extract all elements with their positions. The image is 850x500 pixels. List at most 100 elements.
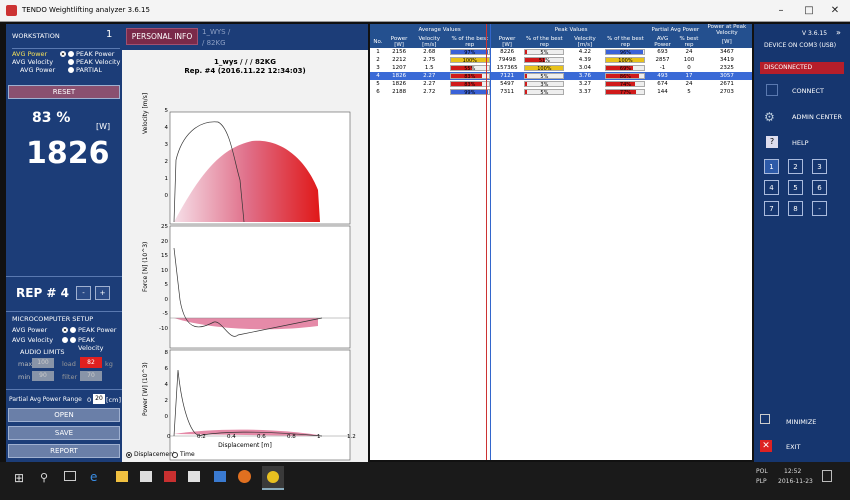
keypad-key[interactable]: -: [812, 201, 827, 216]
open-button[interactable]: OPEN: [8, 408, 120, 422]
force-tick: 25: [161, 224, 168, 230]
table-cell: 6: [376, 89, 380, 95]
reset-button[interactable]: RESET: [8, 85, 120, 99]
device-label: DEVICE ON COM3 (USB): [764, 42, 837, 49]
app-icon-blue[interactable]: [214, 471, 226, 482]
micro-avg-power-radio[interactable]: [62, 327, 68, 333]
mode-row: AVG Velocity PEAK Velocity: [10, 58, 122, 66]
table-row[interactable]: 4 1826 2.27 83% 7121 5% 3.76 86% 493 17 3057: [370, 72, 752, 80]
save-button[interactable]: SAVE: [8, 426, 120, 440]
velocity-tick: 2: [164, 159, 169, 165]
exit-button[interactable]: EXIT: [786, 443, 800, 451]
percent-fill: [525, 49, 528, 54]
table-row[interactable]: 5 1826 2.27 83% 5497 3% 3.27 74% 674 24 2671: [370, 80, 752, 88]
mode-peak-velocity-radio[interactable]: [68, 59, 74, 65]
personal-info-button[interactable]: PERSONAL INFO: [126, 28, 198, 45]
mode-partial-radio[interactable]: [68, 67, 74, 73]
column-marker-red: [486, 24, 487, 460]
edge-icon[interactable]: e: [90, 470, 97, 484]
power-tick: 8: [164, 350, 169, 356]
table-cell: 1207: [392, 65, 407, 71]
mode-peak-velocity-label: PEAK Velocity: [76, 58, 121, 66]
rep-plus-button[interactable]: +: [95, 286, 110, 300]
percent-text: 86%: [619, 73, 632, 80]
search-icon[interactable]: ⚲: [40, 471, 48, 484]
filter-input[interactable]: 70: [80, 371, 102, 381]
mode-avg-power-radio[interactable]: [60, 51, 66, 57]
keypad-key[interactable]: 2: [788, 159, 803, 174]
table-cell: 2188: [392, 89, 407, 95]
mode-peak-power-radio[interactable]: [68, 51, 74, 57]
minimize-window-icon[interactable]: –: [768, 3, 794, 18]
connect-button[interactable]: CONNECT: [792, 87, 824, 95]
notifications-icon[interactable]: [822, 470, 832, 482]
pdf-icon[interactable]: [164, 471, 176, 482]
gear-icon: ⚙: [764, 110, 775, 124]
keypad-key[interactable]: 6: [812, 180, 827, 195]
max-input[interactable]: 100: [32, 358, 54, 368]
y-label-velocity: Velocity [m/s]: [142, 92, 149, 134]
percent-bar: 100%: [605, 56, 646, 64]
min-input[interactable]: 90: [32, 371, 54, 381]
percent-cell: 86%: [602, 72, 649, 80]
table-cell: 3.76: [578, 73, 592, 79]
rep-minus-button[interactable]: -: [76, 286, 91, 300]
displacement-radio[interactable]: [126, 452, 132, 458]
percent-text: 100%: [618, 57, 633, 64]
micro-peak-power-radio[interactable]: [70, 327, 76, 333]
lang-label-2: PLP: [756, 478, 767, 485]
maximize-window-icon[interactable]: □: [796, 3, 822, 18]
percent-cell: 5%: [521, 48, 568, 56]
close-window-icon[interactable]: ✕: [822, 3, 848, 18]
task-view-icon[interactable]: [64, 471, 76, 481]
minimize-app-button[interactable]: MINIMIZE: [786, 418, 816, 426]
help-icon: ?: [766, 136, 778, 148]
percent-bar: 97%: [449, 48, 490, 56]
percent-bar: 86%: [605, 72, 646, 80]
mode-row: AVG Power PEAK Power: [10, 50, 122, 58]
partial-to-input[interactable]: 20: [93, 394, 105, 404]
start-icon[interactable]: ⊞: [14, 471, 24, 485]
keypad-key[interactable]: 7: [764, 201, 779, 216]
table-row[interactable]: 2 2212 2.75 100% 79498 51% 4.39 100% 2857 100 3419: [370, 56, 752, 64]
percent-bar: 51%: [524, 56, 565, 64]
help-button[interactable]: HELP: [792, 139, 809, 147]
keypad-key[interactable]: 1: [764, 159, 779, 174]
column-header: % of the best rep: [520, 36, 568, 48]
table-cell: 3419: [719, 57, 734, 63]
explorer-icon[interactable]: [116, 471, 128, 482]
table-row[interactable]: 1 2156 2.68 97% 8226 5% 4.22 96% 693 24 3467: [370, 48, 752, 56]
percent-cell: 100%: [521, 64, 568, 72]
store-icon[interactable]: [140, 471, 152, 482]
table-cell: 17: [685, 73, 693, 79]
micro-avg-velocity-radio[interactable]: [62, 337, 68, 343]
keypad-key[interactable]: 4: [764, 180, 779, 195]
table-row[interactable]: 6 2188 2.72 99% 7311 5% 3.37 77% 144 5 2703: [370, 88, 752, 96]
velocity-tick: 5: [164, 108, 169, 114]
report-button[interactable]: REPORT: [8, 444, 120, 458]
mode-avg-velocity-label: AVG Velocity: [12, 58, 54, 66]
force-tick: 15: [161, 253, 168, 259]
percent-text: 69%: [619, 65, 632, 72]
collapse-icon[interactable]: »: [836, 28, 841, 37]
table-row[interactable]: 3 1207 1.5 55% 157365 100% 3.04 69% -1 0 2325: [370, 64, 752, 72]
lang-label-1: POL: [756, 468, 768, 475]
main-value: 1826: [26, 136, 110, 171]
keypad-key[interactable]: 3: [812, 159, 827, 174]
tendo-taskbar-item[interactable]: [262, 466, 284, 490]
load-input[interactable]: 82: [80, 357, 102, 368]
micro-peak-velocity-radio[interactable]: [70, 337, 76, 343]
workstation-number: 1: [106, 29, 113, 40]
force-tick: -10: [159, 325, 168, 332]
keypad-key[interactable]: 5: [788, 180, 803, 195]
table-cell: 3.27: [578, 81, 592, 87]
firefox-icon[interactable]: [238, 470, 251, 483]
connection-status: DISCONNECTED: [760, 62, 844, 74]
admin-center-button[interactable]: ADMIN CENTER: [792, 113, 842, 121]
time-radio[interactable]: [172, 452, 178, 458]
micro-setup-title: MICROCOMPUTER SETUP: [12, 315, 94, 323]
paint-icon[interactable]: [188, 471, 200, 482]
keypad-key[interactable]: 8: [788, 201, 803, 216]
x-ticks: 0 0.2 0.4 0.6 0.8 1 1.2: [167, 434, 360, 442]
table-cell: 4: [376, 73, 380, 79]
